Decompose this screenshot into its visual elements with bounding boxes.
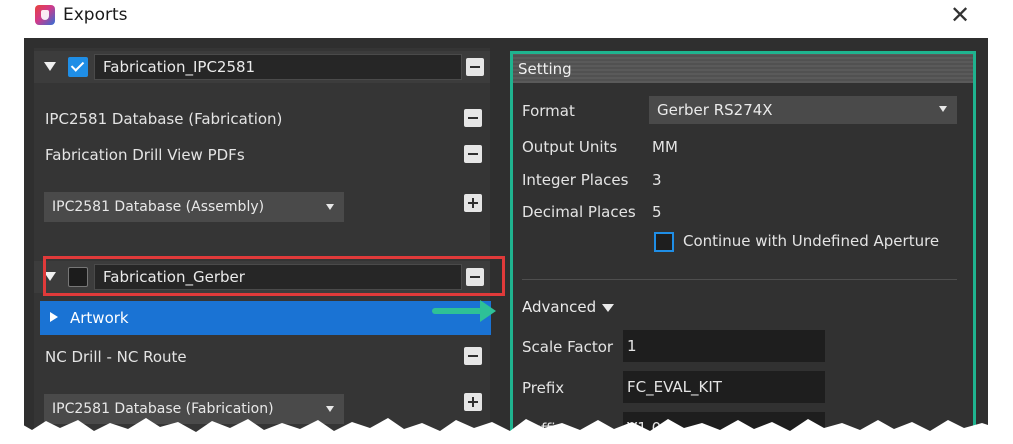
continue-undefined-aperture-label: Continue with Undefined Aperture [683,232,940,250]
prefix-label: Prefix [522,379,565,397]
remove-item-button[interactable] [464,145,482,163]
list-item-label: Artwork [70,309,129,327]
caret-down-icon [602,303,615,312]
exports-dialog: Fabrication_IPC2581 IPC2581 Database (Fa… [24,38,988,444]
app-logo-icon [35,5,55,25]
prefix-input[interactable]: FC_EVAL_KIT [623,371,825,403]
output-units-label: Output Units [522,138,618,156]
decimal-places-label: Decimal Places [522,203,636,221]
window-titlebar: Exports ✕ [0,0,1013,34]
remove-item-button[interactable] [464,347,482,365]
scale-factor-label: Scale Factor [522,338,614,356]
integer-places-label: Integer Places [522,171,629,189]
settings-header: Setting [513,54,973,83]
settings-panel: Setting Format Gerber RS274X Output Unit… [510,51,976,444]
group-header-fabrication-ipc2581: Fabrication_IPC2581 [34,51,490,83]
advanced-toggle[interactable]: Advanced [522,298,615,316]
list-item-artwork-selected[interactable]: Artwork [40,301,491,335]
group-name-field[interactable]: Fabrication_IPC2581 [94,54,462,80]
format-dropdown[interactable]: Gerber RS274X [649,96,957,124]
format-label: Format [522,102,575,120]
expand-triangle-icon[interactable] [50,312,58,322]
continue-undefined-aperture-checkbox[interactable] [654,232,674,252]
chevron-down-icon [939,106,947,112]
integer-places-value: 3 [652,171,662,189]
collapse-triangle-icon[interactable] [44,62,56,71]
list-item[interactable]: IPC2581 Database (Fabrication) [45,110,282,128]
group-enable-checkbox[interactable] [68,57,88,77]
list-item[interactable]: NC Drill - NC Route [45,348,187,366]
list-item[interactable]: Fabrication Drill View PDFs [45,146,245,164]
remove-item-button[interactable] [464,109,482,127]
torn-edge-decoration [0,418,1013,444]
format-value: Gerber RS274X [657,101,773,119]
annotation-arrow-line [432,308,484,314]
close-icon[interactable]: ✕ [950,1,970,29]
output-units-value: MM [652,138,678,156]
dropdown-value: IPC2581 Database (Assembly) [52,199,265,215]
add-export-dropdown[interactable]: IPC2581 Database (Assembly) [44,192,344,222]
window-title: Exports [63,5,128,25]
export-list-panel: Fabrication_IPC2581 IPC2581 Database (Fa… [34,48,505,444]
section-divider [522,279,957,280]
decimal-places-value: 5 [652,203,662,221]
add-item-button[interactable] [464,194,482,212]
remove-group-button[interactable] [466,58,484,76]
chevron-down-icon [326,204,334,210]
advanced-label: Advanced [522,298,597,316]
scale-factor-input[interactable]: 1 [623,330,825,362]
highlight-box-red [43,256,505,296]
annotation-arrow-icon [480,300,496,322]
